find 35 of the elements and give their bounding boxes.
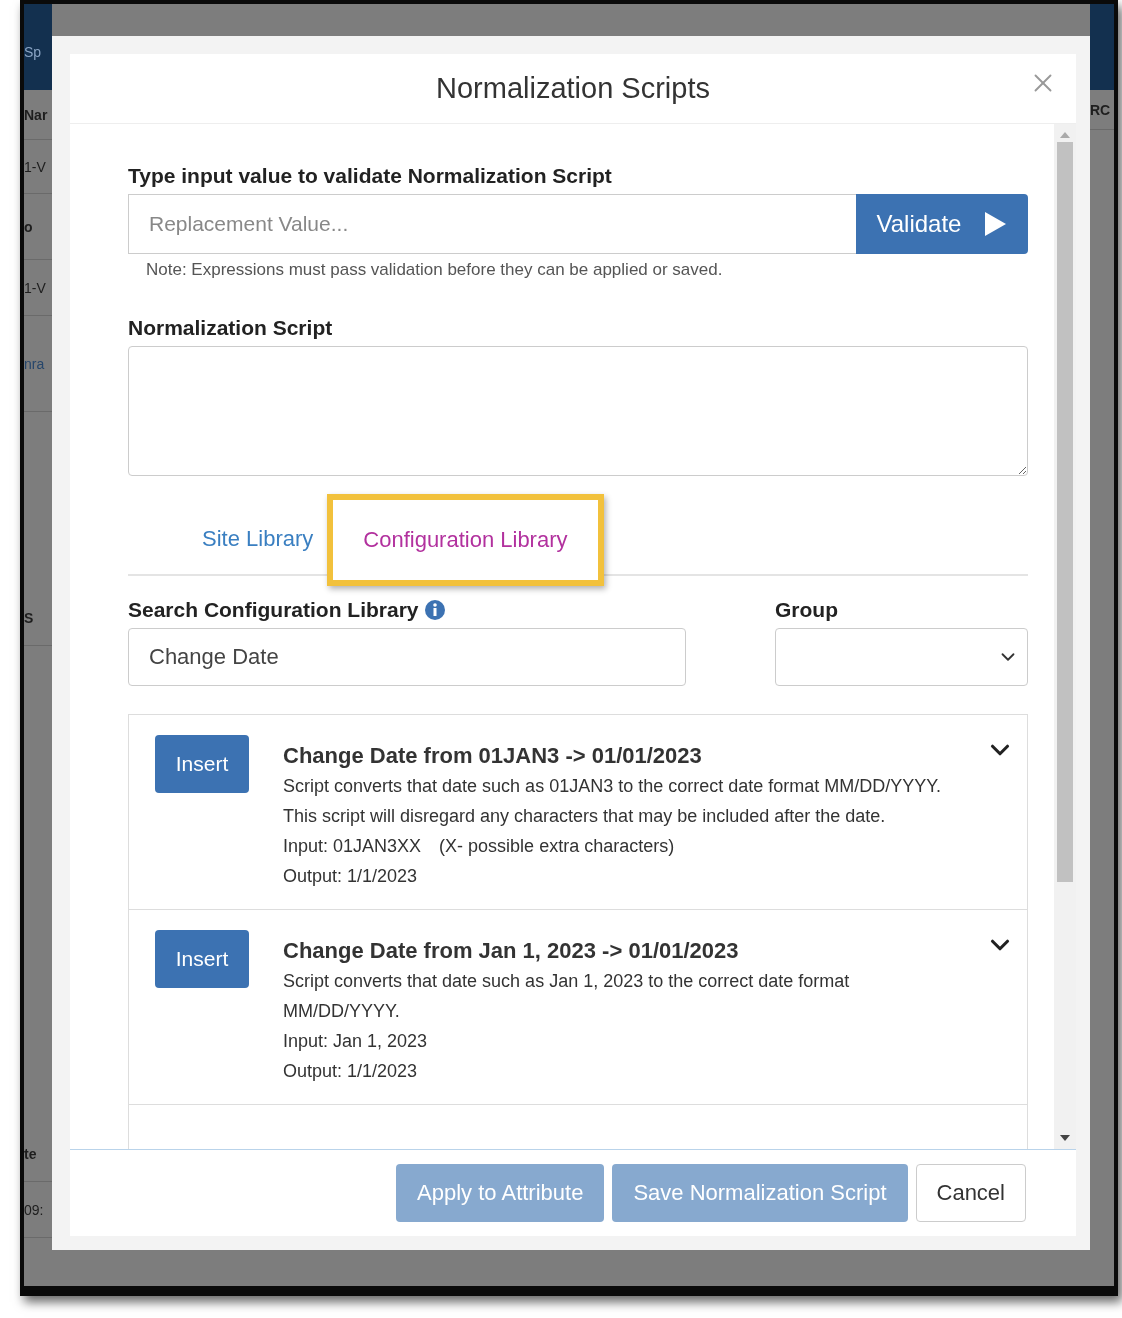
script-description: Script converts that date such as 01JAN3 to the correct date format MM/DD/YYYY. This script will disregard any characters that may be included after the date. (283, 775, 942, 828)
background-label: te (24, 1145, 37, 1162)
field-label: Search Configuration Library (128, 598, 419, 622)
cancel-button[interactable]: Cancel (915, 1164, 1026, 1222)
search-field[interactable]: Change Date (128, 628, 686, 686)
library-tab[interactable]: Configuration Library (327, 494, 604, 586)
insert-button[interactable]: Insert (155, 930, 249, 988)
play-icon (983, 211, 1008, 237)
field-label: Group (775, 598, 839, 622)
group-select[interactable] (775, 628, 1028, 686)
background-value: 1-V (24, 279, 46, 296)
script-title: Change Date from Jan 1, 2023 -> 01/01/2023 (283, 937, 740, 965)
header-text: Sp (24, 44, 42, 60)
background-label: S (24, 609, 34, 626)
script-output-text: Output: 1/1/2023 (283, 1060, 419, 1083)
insert-button[interactable]: Insert (155, 735, 249, 793)
scroll-down-icon[interactable] (1060, 1135, 1070, 1141)
field-label: Normalization Script (128, 316, 334, 340)
background-value: 09: (24, 1201, 44, 1218)
replacement-value-field[interactable]: Replacement Value... (128, 194, 856, 254)
validate-button[interactable]: Validate (856, 194, 1028, 254)
field-label: Type input value to validate Normalization Script (128, 164, 613, 188)
modal-title: Normalization Scripts (436, 72, 710, 105)
background-value: 1-V (24, 158, 46, 175)
background-label: o (24, 218, 33, 235)
background-label: RC (1090, 101, 1111, 118)
script-title: Change Date from 01JAN3 -> 01/01/2023 (283, 742, 703, 770)
validation-note: Note: Expressions must pass validation before they can be applied or saved. (146, 260, 724, 280)
script-output-text: Output: 1/1/2023 (283, 865, 419, 888)
script-input-text: Input: 01JAN3XX (X- possible extra characters) (283, 835, 676, 858)
scroll-up-icon[interactable] (1060, 132, 1070, 138)
script-description: Script converts that date such as Jan 1, 2023 to the correct date format MM/DD/YYYY. (283, 970, 851, 1023)
script-input-text: Input: Jan 1, 2023 (283, 1030, 429, 1053)
info-icon (424, 600, 445, 620)
background-label: Nar (24, 106, 48, 123)
